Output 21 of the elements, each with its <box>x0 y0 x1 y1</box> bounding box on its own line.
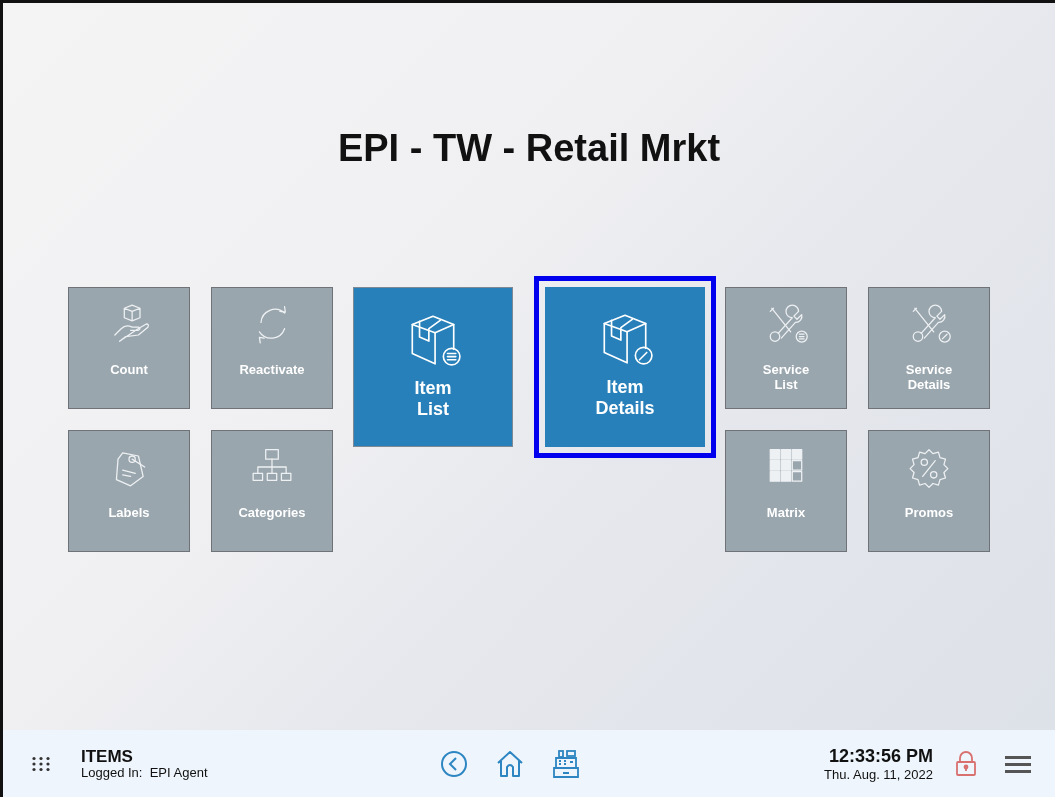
menu-tile[interactable]: Service List <box>725 287 847 409</box>
page-title: EPI - TW - Retail Mrkt <box>337 127 721 170</box>
home-icon[interactable] <box>495 748 525 779</box>
menu-icon[interactable] <box>1005 753 1031 774</box>
clock-time: 12:33:56 PM <box>828 745 933 767</box>
apps-grid-icon[interactable] <box>31 755 51 772</box>
menu-tile[interactable]: Promos <box>868 430 990 552</box>
menu-tile[interactable]: Reactivate <box>211 287 333 409</box>
menu-tile[interactable]: Item Details <box>534 276 716 458</box>
clock-date: Thu. Aug. 11, 2022 <box>824 766 933 782</box>
module-name: ITEMS <box>81 747 134 765</box>
back-icon[interactable] <box>439 748 469 779</box>
menu-tile[interactable]: Labels <box>68 430 190 552</box>
menu-tile[interactable]: Categories <box>211 430 333 552</box>
padlock-icon[interactable] <box>955 750 977 777</box>
cash-register-icon[interactable] <box>551 748 581 779</box>
menu-tile[interactable]: Matrix <box>725 430 847 552</box>
menu-tile[interactable]: Count <box>68 287 190 409</box>
menu-tile[interactable]: Service Details <box>868 287 990 409</box>
logged-in-user: Logged In: EPI Agent <box>81 764 209 780</box>
menu-tile[interactable]: Item List <box>353 287 513 447</box>
